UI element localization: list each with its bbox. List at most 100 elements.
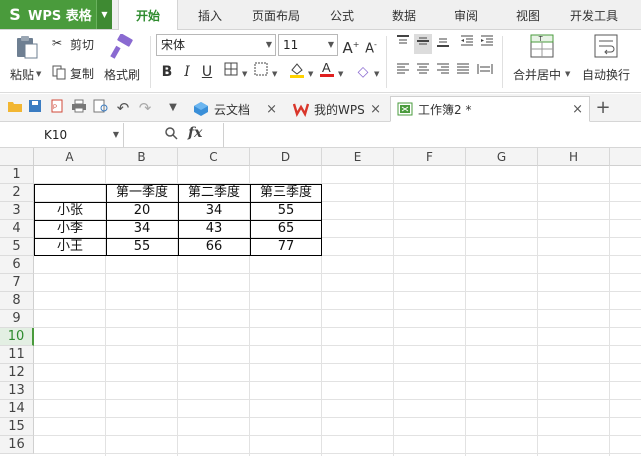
font-color-dropdown-icon[interactable]: ▼	[338, 70, 343, 78]
column-header[interactable]: G	[466, 148, 538, 166]
cell-style-dropdown-icon[interactable]: ▼	[272, 70, 277, 78]
table-cell[interactable]: 43	[178, 220, 250, 238]
table-header-cell[interactable]: 第三季度	[250, 184, 322, 202]
merge-dropdown-icon[interactable]: ▼	[565, 70, 570, 78]
doc-tab-my-wps[interactable]: 我的WPS ×	[286, 96, 388, 122]
print-preview-icon[interactable]	[92, 99, 110, 117]
column-header-overflow[interactable]	[610, 148, 641, 166]
column-header[interactable]: A	[34, 148, 106, 166]
table-cell[interactable]: 55	[250, 202, 322, 220]
row-header[interactable]: 13	[0, 382, 34, 400]
align-center-icon[interactable]	[414, 62, 432, 82]
row-header[interactable]: 2	[0, 184, 34, 202]
row-header[interactable]: 7	[0, 274, 34, 292]
chevron-down-icon[interactable]: ▼	[113, 123, 119, 147]
decrease-indent-icon[interactable]	[458, 34, 476, 54]
clear-format-icon[interactable]: ◇	[354, 62, 372, 82]
wrap-text-icon[interactable]	[594, 34, 618, 61]
table-header-cell[interactable]: 第二季度	[178, 184, 250, 202]
undo-icon[interactable]: ↶	[114, 99, 132, 117]
font-size-select[interactable]: 11 ▼	[278, 34, 338, 56]
tab-data[interactable]: 数据	[380, 0, 428, 30]
scissors-icon[interactable]: ✂	[52, 36, 62, 50]
merge-center-icon[interactable]: T	[530, 34, 554, 61]
redo-icon[interactable]: ↷	[136, 99, 154, 117]
table-cell[interactable]: 66	[178, 238, 250, 256]
row-header[interactable]: 8	[0, 292, 34, 310]
paste-button[interactable]: 粘贴	[10, 66, 34, 83]
column-header[interactable]: F	[394, 148, 466, 166]
print-icon[interactable]	[70, 99, 88, 117]
underline-icon[interactable]: U	[198, 62, 216, 82]
fill-color-dropdown-icon[interactable]: ▼	[308, 70, 313, 78]
name-box[interactable]: K10 ▼	[0, 123, 124, 147]
tab-page-layout[interactable]: 页面布局	[246, 0, 306, 30]
row-header[interactable]: 4	[0, 220, 34, 238]
table-header-cell[interactable]	[34, 184, 106, 202]
doc-tab-workbook[interactable]: 工作簿2 * ×	[390, 96, 590, 122]
column-header[interactable]: B	[106, 148, 178, 166]
column-header[interactable]: H	[538, 148, 610, 166]
align-bottom-icon[interactable]	[434, 34, 452, 54]
table-cell[interactable]: 小张	[34, 202, 106, 220]
fill-color-icon[interactable]	[288, 61, 306, 81]
clear-format-dropdown-icon[interactable]: ▼	[374, 70, 379, 78]
formula-input[interactable]	[225, 123, 641, 147]
row-header[interactable]: 3	[0, 202, 34, 220]
row-header[interactable]: 12	[0, 364, 34, 382]
paste-dropdown-icon[interactable]: ▼	[36, 70, 41, 78]
row-header[interactable]: 15	[0, 418, 34, 436]
merge-center-button[interactable]: 合并居中	[513, 66, 561, 83]
row-header[interactable]: 5	[0, 238, 34, 256]
column-header[interactable]: C	[178, 148, 250, 166]
align-top-icon[interactable]	[394, 34, 412, 54]
row-header[interactable]: 16	[0, 436, 34, 454]
format-painter-icon[interactable]	[110, 33, 134, 63]
italic-icon[interactable]: I	[178, 62, 196, 82]
row-header[interactable]: 6	[0, 256, 34, 274]
align-middle-icon[interactable]	[414, 34, 432, 54]
export-pdf-icon[interactable]: P	[48, 99, 66, 117]
close-icon[interactable]: ×	[572, 102, 583, 117]
table-cell[interactable]: 77	[250, 238, 322, 256]
app-menu-dropdown-icon[interactable]: ▼	[96, 0, 112, 29]
borders-icon[interactable]	[222, 62, 240, 82]
doc-tab-cloud[interactable]: 云文档 ×	[186, 96, 284, 122]
spreadsheet-grid[interactable]: A B C D E F G H 1 2 3 4 5 6 7 8 9 10 11 …	[0, 148, 641, 456]
copy-icon[interactable]	[52, 65, 66, 83]
app-menu-button[interactable]: S WPS 表格 ▼	[0, 0, 112, 29]
table-cell[interactable]: 小王	[34, 238, 106, 256]
row-header[interactable]: 9	[0, 310, 34, 328]
decrease-font-icon[interactable]: A-	[362, 35, 380, 56]
select-all-corner[interactable]	[0, 148, 34, 166]
tab-developer[interactable]: 开发工具	[564, 0, 624, 30]
align-left-icon[interactable]	[394, 62, 412, 82]
column-header[interactable]: D	[250, 148, 322, 166]
align-right-icon[interactable]	[434, 62, 452, 82]
tab-home[interactable]: 开始	[118, 0, 178, 31]
zoom-search-icon[interactable]	[164, 126, 178, 144]
wrap-text-button[interactable]: 自动换行	[582, 66, 630, 83]
close-icon[interactable]: ×	[266, 102, 277, 117]
cell-style-icon[interactable]	[252, 62, 270, 82]
tab-view[interactable]: 视图	[504, 0, 552, 30]
row-header[interactable]: 11	[0, 346, 34, 364]
row-header-active[interactable]: 10	[0, 328, 34, 346]
table-cell[interactable]: 20	[106, 202, 178, 220]
table-cell[interactable]: 65	[250, 220, 322, 238]
table-cell[interactable]: 小李	[34, 220, 106, 238]
table-cell[interactable]: 34	[106, 220, 178, 238]
distributed-align-icon[interactable]	[476, 62, 494, 82]
row-header[interactable]: 14	[0, 400, 34, 418]
row-header[interactable]: 1	[0, 166, 34, 184]
justify-icon[interactable]	[454, 62, 472, 82]
table-cell[interactable]: 55	[106, 238, 178, 256]
customize-toolbar-icon[interactable]: ▼	[164, 99, 182, 117]
borders-dropdown-icon[interactable]: ▼	[242, 70, 247, 78]
open-folder-icon[interactable]	[6, 99, 24, 117]
save-icon[interactable]	[26, 99, 44, 117]
paste-icon[interactable]	[14, 34, 40, 63]
tab-insert[interactable]: 插入	[186, 0, 234, 30]
font-color-icon[interactable]: A	[318, 60, 336, 80]
bold-icon[interactable]: B	[158, 62, 176, 82]
